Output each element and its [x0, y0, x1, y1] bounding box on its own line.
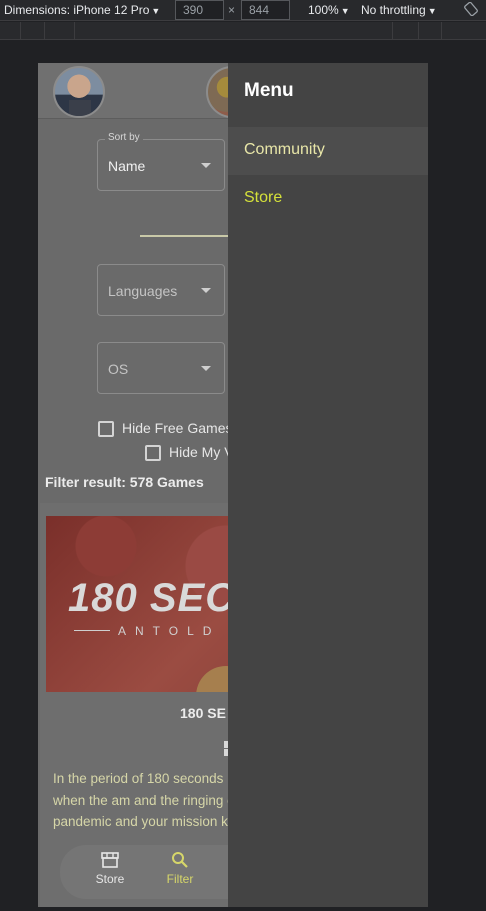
caret-down-icon — [201, 163, 211, 168]
menu-item-community[interactable]: Community — [228, 127, 428, 175]
rotate-icon[interactable] — [464, 2, 478, 16]
ruler-segment — [20, 22, 21, 40]
ruler-segment — [44, 22, 45, 40]
os-select[interactable]: OS — [97, 342, 225, 394]
times-separator: × — [228, 3, 236, 17]
menu-item-label: Community — [244, 141, 325, 158]
nav-store[interactable]: Store — [90, 851, 130, 886]
chevron-down-icon: ▼ — [340, 6, 350, 16]
caret-down-icon — [201, 366, 211, 371]
cover-divider — [74, 630, 110, 631]
device-label: Dimensions: iPhone 12 Pro — [4, 3, 150, 17]
sort-by-value: Name — [108, 158, 146, 174]
hide-my-checkbox[interactable] — [145, 445, 161, 461]
filter-result: Filter result: 578 Games — [45, 474, 204, 490]
user-avatar[interactable] — [53, 66, 105, 118]
menu-header: Menu — [228, 63, 428, 127]
os-placeholder: OS — [108, 361, 129, 377]
menu-title: Menu — [244, 80, 294, 101]
languages-select[interactable]: Languages — [97, 264, 225, 316]
ruler-segment — [392, 22, 393, 40]
menu-item-label: Store — [244, 189, 283, 206]
height-input[interactable]: 844 — [241, 0, 290, 20]
ruler-segment — [441, 22, 442, 40]
chevron-down-icon: ▼ — [151, 6, 161, 16]
chevron-down-icon: ▼ — [427, 6, 437, 16]
nav-filter-label: Filter — [166, 872, 194, 886]
sort-by-select[interactable]: Sort by Name — [97, 132, 225, 191]
device-viewport: Sort by Name Languages OS Hide Free Game… — [38, 63, 428, 907]
game-title: 180 SE — [180, 705, 226, 721]
ruler-segment — [74, 22, 75, 40]
cover-title: 180 SEC — [68, 576, 236, 620]
throttling-dropdown[interactable]: No throttling ▼ — [361, 3, 437, 17]
tab-underline — [140, 235, 240, 237]
nav-filter[interactable]: Filter — [160, 851, 200, 886]
avatar-figure — [69, 100, 91, 116]
hide-my-label: Hide My V — [169, 444, 234, 460]
width-input[interactable]: 390 — [175, 0, 224, 20]
nav-store-label: Store — [95, 872, 125, 886]
ruler-segment — [418, 22, 419, 40]
media-query-bar — [0, 22, 486, 40]
sort-by-legend: Sort by — [105, 132, 143, 143]
hide-free-checkbox[interactable] — [98, 421, 114, 437]
zoom-dropdown[interactable]: 100% ▼ — [308, 3, 350, 17]
device-dimensions-dropdown[interactable]: Dimensions: iPhone 12 Pro ▼ — [4, 3, 160, 17]
hide-free-label: Hide Free Games — [122, 420, 233, 436]
store-icon — [101, 852, 119, 868]
side-menu: Menu Community Store — [228, 63, 428, 907]
zoom-label: 100% — [308, 3, 339, 17]
devtools-toolbar: Dimensions: iPhone 12 Pro ▼ 390 × 844 100… — [0, 0, 486, 21]
cover-subtitle: ANTOLD — [118, 624, 221, 638]
caret-down-icon — [201, 288, 211, 293]
search-icon — [172, 852, 188, 868]
throttling-label: No throttling — [361, 3, 426, 17]
menu-item-store[interactable]: Store — [228, 175, 428, 223]
languages-placeholder: Languages — [108, 283, 178, 299]
